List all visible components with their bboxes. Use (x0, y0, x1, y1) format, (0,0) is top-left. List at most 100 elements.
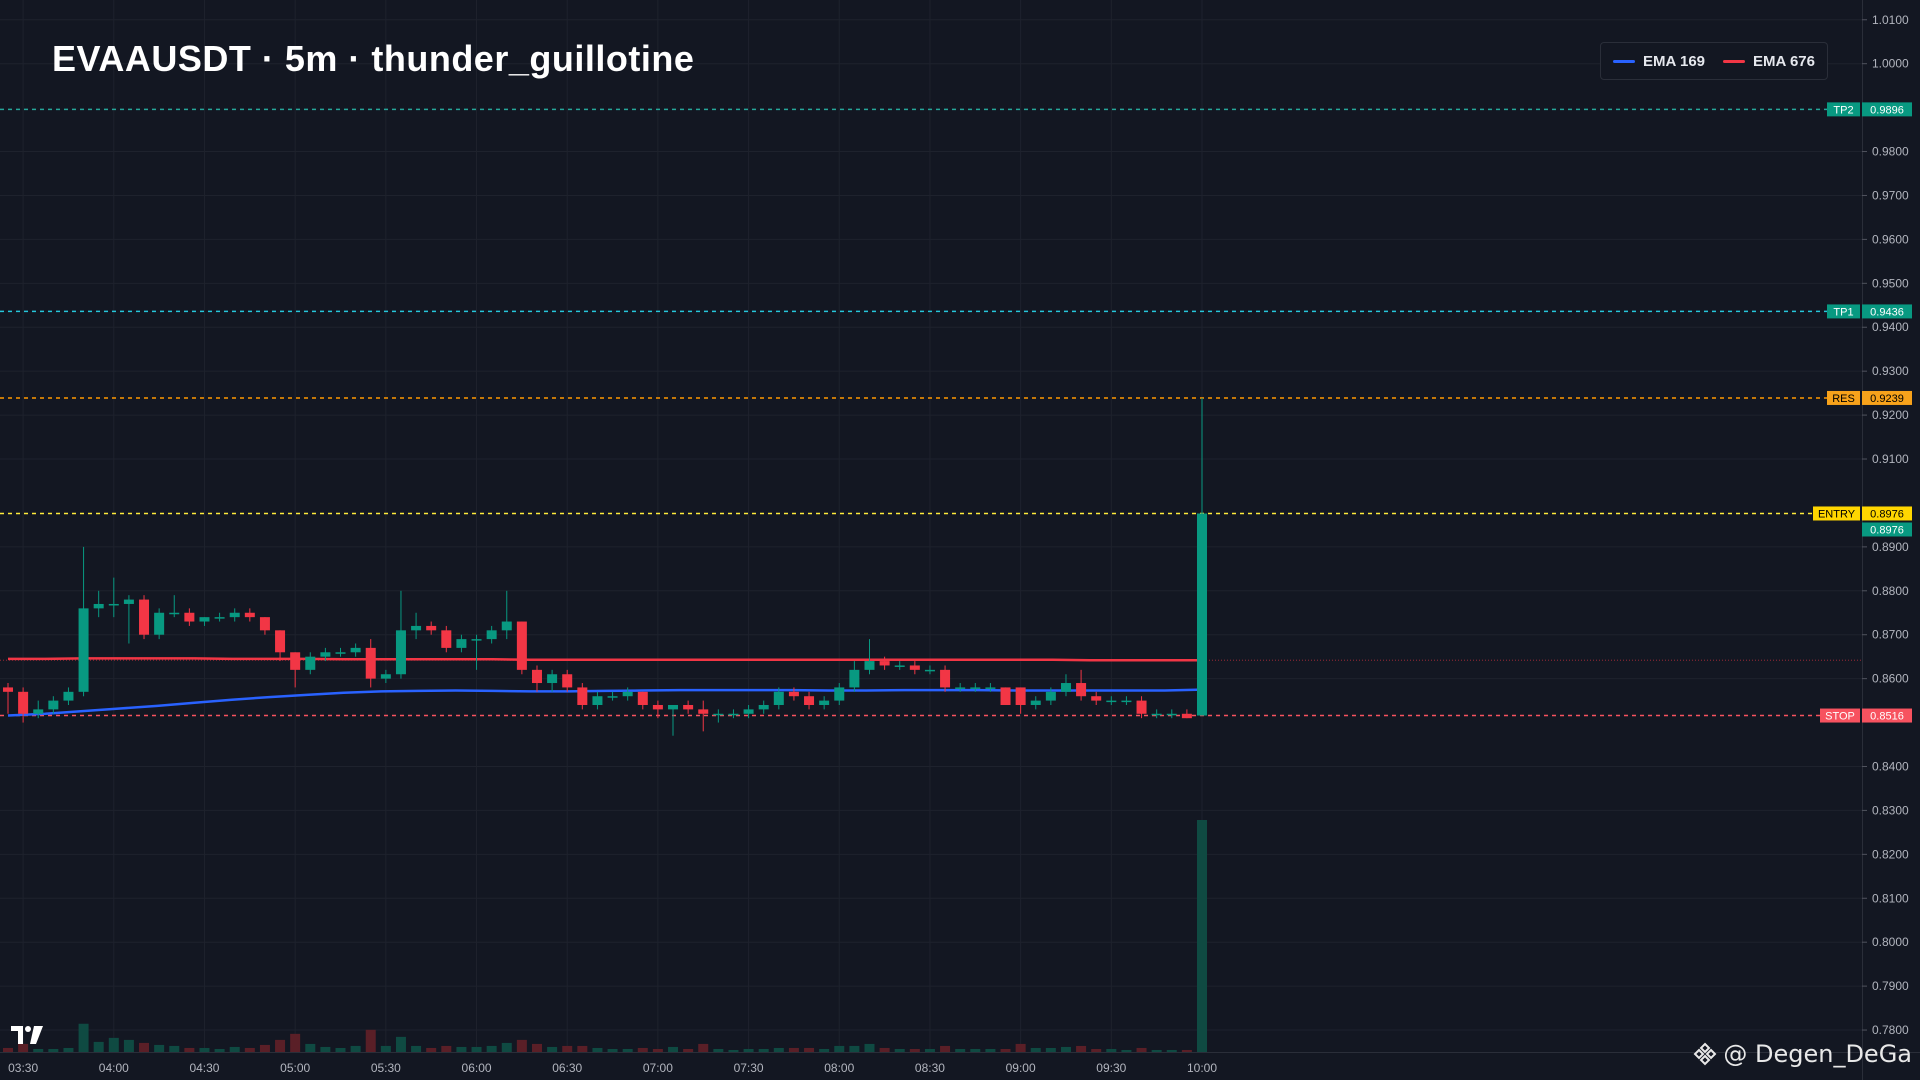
volume-bar (1030, 1047, 1041, 1052)
candle-body (819, 700, 830, 705)
price-tick-label: 0.9600 (1872, 232, 1909, 246)
volume-bar (78, 1023, 89, 1052)
volume-bar (955, 1048, 966, 1052)
volume-bar (834, 1045, 845, 1052)
level-label-stop-name: STOP (1825, 711, 1855, 723)
candle-body (441, 630, 452, 648)
candle-body (849, 669, 860, 688)
candle-body (864, 661, 875, 670)
candle-body (1197, 513, 1207, 716)
candle-body (350, 647, 361, 653)
candle-body (501, 621, 512, 631)
candle-body (743, 709, 754, 714)
legend: EMA 169 EMA 676 (1600, 42, 1828, 80)
candle-body (93, 603, 104, 609)
volume-bar (350, 1045, 361, 1052)
candle-body (1030, 700, 1041, 705)
candle-body (1000, 687, 1011, 705)
volume-bar (395, 1036, 406, 1052)
price-tick-label: 0.9500 (1872, 276, 1909, 290)
last-price-label-value: 0.8976 (1870, 524, 1904, 536)
candle-body (1121, 700, 1132, 703)
ema-676-line (8, 657, 1202, 662)
volume-bar (275, 1039, 286, 1052)
candle-body (879, 661, 890, 666)
price-tick-label: 0.7800 (1872, 1023, 1909, 1037)
volume-bar (652, 1048, 663, 1052)
candle-body (123, 599, 134, 604)
candlestick-chart[interactable]: 1.0100 1.0000 0.9800 0.9700 0.9600 0.9500 0.94… (0, 0, 1920, 1080)
candle-body (531, 669, 542, 684)
volume-bar (607, 1048, 618, 1052)
legend-label-ema-676: EMA 676 (1753, 52, 1815, 70)
volume-bar (1166, 1049, 1177, 1052)
price-tick-label: 0.8400 (1872, 759, 1909, 773)
time-tick-label: 04:00 (99, 1061, 129, 1075)
volume-bar (139, 1042, 150, 1052)
volume-bar (1045, 1047, 1056, 1052)
watermark: @ Degen_DeGa (1693, 1040, 1912, 1068)
level-label-res-name: RES (1832, 393, 1855, 405)
price-tick-label: 1.0100 (1872, 13, 1909, 27)
candle-body (1136, 700, 1147, 714)
volume-bar (486, 1045, 497, 1052)
price-tick-label: 0.8600 (1872, 672, 1909, 686)
candle-body (365, 647, 376, 679)
tradingview-logo-icon[interactable] (10, 1024, 44, 1046)
candle-body (547, 674, 558, 684)
candle-body (184, 612, 195, 622)
volume-bar (909, 1048, 920, 1052)
candle-body (577, 687, 588, 705)
price-tick-label: 0.8200 (1872, 847, 1909, 861)
volume-bar (169, 1045, 180, 1052)
volume-bar (985, 1048, 996, 1052)
volume-bar (622, 1048, 633, 1052)
time-tick-label: 09:00 (1006, 1061, 1036, 1075)
candle-body (668, 704, 679, 710)
candle-body (108, 603, 119, 606)
volume-bar (93, 1041, 104, 1052)
candle-body (607, 696, 618, 698)
price-tick-label: 0.8800 (1872, 584, 1909, 598)
level-label-entry-name: ENTRY (1818, 508, 1856, 520)
candle-body (1060, 683, 1071, 692)
candle-body (728, 713, 739, 716)
level-label-tp2-value: 0.9896 (1870, 104, 1904, 116)
price-axis[interactable]: 1.0100 1.0000 0.9800 0.9700 0.9600 0.9500 0.94… (1862, 0, 1920, 1080)
candle-body (380, 674, 391, 679)
level-label-tp1-value: 0.9436 (1870, 306, 1904, 318)
volume-bar (33, 1048, 44, 1052)
volume-bar (1060, 1046, 1071, 1052)
volume-bar (637, 1047, 648, 1052)
time-axis[interactable]: 03:30 04:00 04:30 05:00 05:30 06:00 06:30 07:00… (0, 1052, 1920, 1076)
volume-bar (864, 1043, 875, 1052)
candle-body (259, 617, 270, 631)
volume-bar (577, 1045, 588, 1052)
candle-body (1091, 696, 1102, 701)
candle-body (305, 656, 316, 670)
candle-body (229, 612, 240, 618)
candle-body (652, 704, 663, 710)
volume-bar (970, 1048, 981, 1052)
time-tick-label: 06:00 (462, 1061, 492, 1075)
candle-body (1076, 683, 1087, 697)
candle-body (275, 630, 286, 653)
candle-body (1045, 691, 1056, 701)
candle-body (940, 669, 951, 688)
volume-bar (365, 1029, 376, 1052)
volume-bar (924, 1048, 935, 1052)
volume-bar (849, 1045, 860, 1052)
time-tick-label: 05:00 (280, 1061, 310, 1075)
volume-bar (547, 1046, 558, 1052)
candle-body (1106, 700, 1117, 703)
candle-body (970, 687, 981, 689)
time-tick-label: 06:30 (552, 1061, 582, 1075)
time-tick-label: 03:30 (8, 1061, 38, 1075)
price-tick-label: 0.7900 (1872, 979, 1909, 993)
candle-body (33, 709, 44, 714)
volume-bar (411, 1045, 422, 1052)
candle-body (1166, 713, 1177, 716)
volume-bar (531, 1043, 542, 1052)
candle-body (395, 630, 406, 675)
price-tick-label: 0.9300 (1872, 364, 1909, 378)
